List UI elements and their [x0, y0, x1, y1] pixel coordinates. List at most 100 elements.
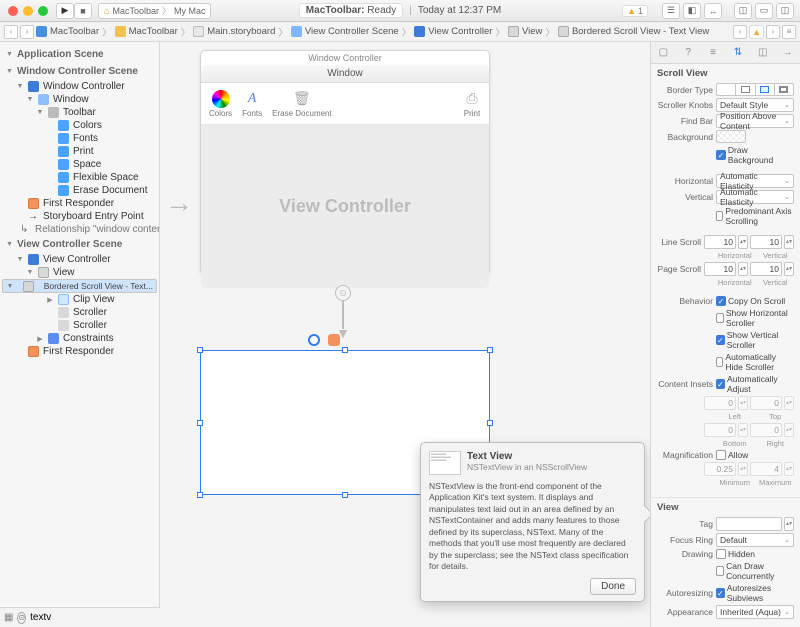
identity-inspector-icon[interactable]: ≡	[706, 46, 720, 60]
interface-builder-canvas[interactable]: → Window Controller Window Colors AFonts…	[160, 42, 650, 627]
print-toolbar-item[interactable]: ⎙Print	[463, 90, 481, 118]
stepper[interactable]: ▴▾	[738, 262, 748, 276]
line-scroll-h-field[interactable]: 10	[704, 235, 736, 249]
predominant-axis-checkbox[interactable]	[716, 211, 723, 221]
scroller-knobs-select[interactable]: Default Style⌄	[716, 98, 794, 112]
page-scroll-v-field[interactable]: 10	[750, 262, 782, 276]
size-inspector-icon[interactable]: ◫	[756, 46, 770, 60]
concurrent-draw-checkbox[interactable]	[716, 566, 724, 576]
tree-item[interactable]: ▼View Controller	[2, 253, 157, 266]
tree-item[interactable]: ▼View	[2, 266, 157, 279]
erase-toolbar-item[interactable]: 🗑Erase Document	[272, 90, 332, 118]
editor-version-icon[interactable]: ↔	[704, 3, 722, 19]
copy-on-scroll-checkbox[interactable]: ✓	[716, 296, 726, 306]
xcode-toolbar: ▶ ■ ⌂MacToolbar〉My Mac MacToolbar: Ready…	[0, 0, 800, 22]
page-scroll-h-field[interactable]: 10	[704, 262, 736, 276]
stepper[interactable]: ▴▾	[738, 235, 748, 249]
tree-item[interactable]: Flexible Space	[2, 171, 157, 184]
autoresizes-subviews-checkbox[interactable]: ✓	[716, 588, 725, 598]
run-button[interactable]: ▶	[56, 3, 74, 19]
connections-inspector-icon[interactable]: →	[781, 46, 795, 60]
tree-item[interactable]: ▶Clip View	[2, 293, 157, 306]
editor-standard-icon[interactable]: ☰	[662, 3, 680, 19]
allow-magnification-checkbox[interactable]	[716, 450, 726, 460]
auto-hide-scroller-checkbox[interactable]	[716, 357, 723, 367]
mock-toolbar: Colors AFonts 🗑Erase Document ⎙Print	[201, 83, 489, 125]
tree-item[interactable]: First Responder	[2, 197, 157, 210]
inspector-tab-bar[interactable]: ▢ ? ≡ ⇅ ◫ →	[651, 42, 800, 64]
inset-top-field: 0	[750, 396, 782, 410]
object-description-popover: ▬▬▬▬▬▬▬▬▬▬ Text View NSTextView in an NS…	[420, 442, 645, 602]
first-responder-icon[interactable]	[328, 334, 340, 346]
forward-button[interactable]: ›	[20, 25, 34, 39]
tree-item[interactable]: ▶Constraints	[2, 332, 157, 345]
line-scroll-v-field[interactable]: 10	[750, 235, 782, 249]
tag-field[interactable]	[716, 517, 782, 531]
colors-toolbar-item[interactable]: Colors	[209, 90, 232, 118]
scheme-selector[interactable]: ⌂MacToolbar〉My Mac	[98, 3, 211, 19]
show-v-scroller-checkbox[interactable]: ✓	[716, 335, 725, 345]
inspector-panel: ▢ ? ≡ ⇅ ◫ → Scroll View Border Type Scro…	[650, 42, 800, 627]
tree-item[interactable]: ▼Toolbar	[2, 106, 157, 119]
tree-item-selected[interactable]: ▼Bordered Scroll View - Text...	[2, 279, 157, 293]
placeholder-label: View Controller	[279, 196, 411, 217]
scene-header[interactable]: Application Scene	[2, 46, 157, 63]
vertical-elasticity-select[interactable]: Automatic Elasticity⌄	[716, 190, 794, 204]
toggle-navigator-icon[interactable]: ◫	[734, 3, 752, 19]
border-type-segmented[interactable]	[716, 83, 794, 96]
scene-dock[interactable]	[308, 334, 340, 346]
find-bar-select[interactable]: Position Above Content⌄	[716, 114, 794, 128]
focus-ring-select[interactable]: Default⌄	[716, 533, 794, 547]
stepper[interactable]: ▴▾	[784, 262, 794, 276]
segue-arrow-icon[interactable]: ⊙▼	[335, 285, 351, 341]
tree-item[interactable]: ▼Window	[2, 93, 157, 106]
tree-item[interactable]: ▼Window Controller	[2, 80, 157, 93]
view-controller-icon[interactable]	[308, 334, 320, 346]
tree-item[interactable]: Scroller	[2, 319, 157, 332]
editor-assistant-icon[interactable]: ◧	[683, 3, 701, 19]
toggle-debug-icon[interactable]: ▭	[755, 3, 773, 19]
tree-item[interactable]: →Storyboard Entry Point	[2, 210, 157, 223]
window-controller-preview[interactable]: Window Controller Window Colors AFonts 🗑…	[200, 50, 490, 275]
scene-header[interactable]: Window Controller Scene	[2, 63, 157, 80]
tree-item[interactable]: Colors	[2, 119, 157, 132]
stop-button[interactable]: ■	[74, 3, 92, 19]
window-traffic-lights[interactable]	[0, 2, 56, 20]
outline-toggle-icon[interactable]: ≡	[782, 25, 796, 39]
horizontal-elasticity-select[interactable]: Automatic Elasticity⌄	[716, 174, 794, 188]
done-button[interactable]: Done	[590, 578, 636, 595]
toggle-inspector-icon[interactable]: ◫	[776, 3, 794, 19]
jump-bar[interactable]: ‹ › MacToolbar〉 MacToolbar〉 Main.storybo…	[0, 22, 800, 42]
scene-title: Window Controller	[201, 51, 489, 65]
stepper[interactable]: ▴▾	[784, 235, 794, 249]
popover-thumbnail: ▬▬▬▬▬▬▬▬▬▬	[429, 451, 461, 475]
help-inspector-icon[interactable]: ?	[681, 46, 695, 60]
mag-min-field: 0.25	[704, 462, 736, 476]
document-outline: Application Scene Window Controller Scen…	[0, 42, 160, 627]
tree-item[interactable]: ↳Relationship "window content" to ...	[2, 223, 157, 236]
hidden-checkbox[interactable]	[716, 549, 726, 559]
next-issue-icon[interactable]: ›	[766, 25, 780, 39]
scene-header[interactable]: View Controller Scene	[2, 236, 157, 253]
appearance-select[interactable]: Inherited (Aqua)⌄	[716, 605, 794, 619]
tree-item[interactable]: First Responder	[2, 345, 157, 358]
tree-item[interactable]: Print	[2, 145, 157, 158]
attributes-inspector-icon[interactable]: ⇅	[731, 46, 745, 60]
issue-nav-badge[interactable]: ▲	[749, 25, 764, 39]
issues-indicator[interactable]: ▲1	[622, 5, 648, 17]
stepper[interactable]: ▴▾	[784, 517, 794, 531]
tree-item[interactable]: Erase Document	[2, 184, 157, 197]
prev-issue-icon[interactable]: ‹	[733, 25, 747, 39]
popover-subtitle: NSTextView in an NSScrollView	[467, 462, 587, 472]
tree-item[interactable]: Space	[2, 158, 157, 171]
draw-background-checkbox[interactable]: ✓	[716, 150, 726, 160]
tree-item[interactable]: Fonts	[2, 132, 157, 145]
background-colorwell[interactable]	[716, 130, 746, 143]
auto-adjust-insets-checkbox[interactable]: ✓	[716, 379, 725, 389]
file-inspector-icon[interactable]: ▢	[656, 46, 670, 60]
tree-item[interactable]: Scroller	[2, 306, 157, 319]
show-h-scroller-checkbox[interactable]	[716, 313, 724, 323]
popover-title: Text View	[467, 451, 587, 462]
fonts-toolbar-item[interactable]: AFonts	[242, 90, 262, 118]
back-button[interactable]: ‹	[4, 25, 18, 39]
